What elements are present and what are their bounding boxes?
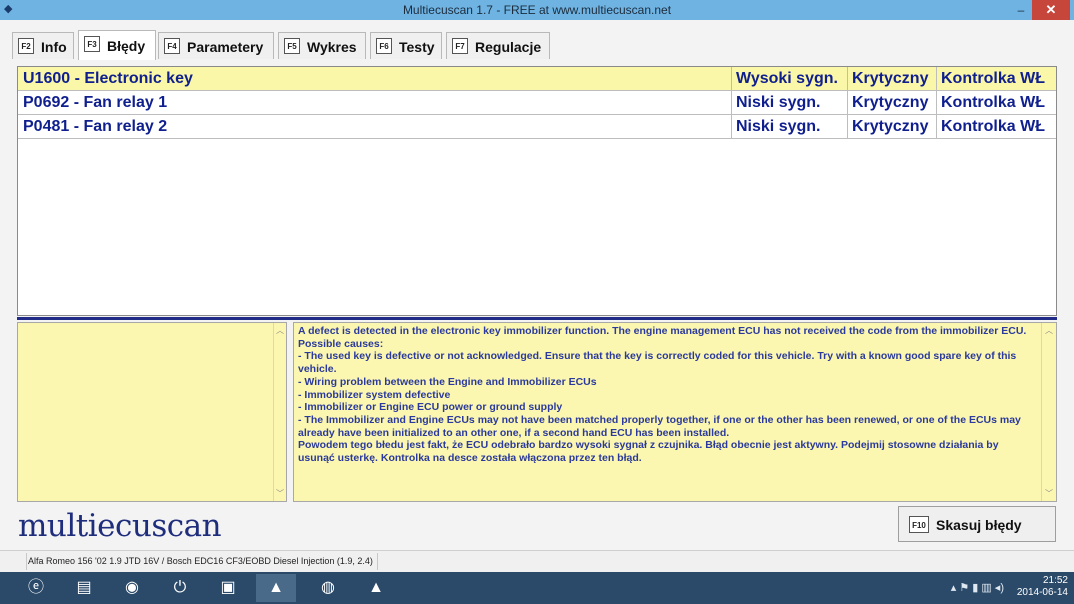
scroll-up-icon[interactable]: ︿ xyxy=(274,325,286,336)
left-panel-scrollbar[interactable]: ︿ ﹀ xyxy=(273,323,286,501)
error-lamp: Kontrolka WŁ xyxy=(936,67,1059,90)
close-button[interactable]: ✕ xyxy=(1032,0,1070,20)
help-app-icon[interactable]: ▲ xyxy=(356,574,396,602)
minimize-button[interactable]: – xyxy=(1010,0,1032,20)
tab-label: Parametery xyxy=(187,39,264,55)
f7-key-icon: F7 xyxy=(452,38,468,54)
error-description-panel: A defect is detected in the electronic k… xyxy=(293,322,1057,502)
title-bar: ◆ Multiecuscan 1.7 - FREE at www.multiec… xyxy=(0,0,1074,20)
clock-date: 2014-06-14 xyxy=(1016,587,1068,598)
firefox-icon[interactable]: ◉ xyxy=(112,574,152,602)
tab-errors[interactable]: F3 Błędy xyxy=(78,30,156,60)
error-severity: Krytyczny xyxy=(847,115,941,138)
tab-adjustments[interactable]: F7 Regulacje xyxy=(446,32,550,59)
tab-info[interactable]: F2 Info xyxy=(12,32,74,59)
power-icon[interactable]: ⏻ xyxy=(160,574,200,602)
tab-parameters[interactable]: F4 Parametery xyxy=(158,32,274,59)
clock-time: 21:52 xyxy=(1042,575,1068,586)
error-severity: Krytyczny xyxy=(847,67,941,90)
system-tray[interactable]: ▴ ⚑ ▮ ▥ ◂) xyxy=(951,581,1004,594)
tab-label: Info xyxy=(41,39,67,55)
error-lamp: Kontrolka WŁ xyxy=(936,91,1059,114)
error-list: U1600 - Electronic key Wysoki sygn. Kryt… xyxy=(17,66,1057,316)
description-line: - Immobilizer system defective xyxy=(298,388,451,401)
f2-key-icon: F2 xyxy=(18,38,34,54)
error-code: P0481 - Fan relay 2 xyxy=(23,118,168,135)
status-bar: Alfa Romeo 156 '02 1.9 JTD 16V / Bosch E… xyxy=(0,550,1074,573)
f6-key-icon: F6 xyxy=(376,38,392,54)
f10-key-icon: F10 xyxy=(909,516,929,533)
tab-label: Regulacje xyxy=(475,39,542,55)
clear-errors-button[interactable]: F10 Skasuj błędy xyxy=(898,506,1056,542)
description-line: Possible causes: xyxy=(298,337,384,350)
panel-divider xyxy=(17,317,1057,320)
f5-key-icon: F5 xyxy=(284,38,300,54)
app-window: F2 Info F3 Błędy F4 Parametery F5 Wykres… xyxy=(0,20,1074,550)
error-signal: Niski sygn. xyxy=(731,115,851,138)
network-app-icon[interactable]: ◍ xyxy=(308,574,348,602)
tab-label: Wykres xyxy=(307,39,357,55)
scroll-down-icon[interactable]: ﹀ xyxy=(274,488,286,499)
description-line: Powodem tego błedu jest fakt, że ECU ode… xyxy=(298,439,999,465)
error-code: P0692 - Fan relay 1 xyxy=(23,94,168,111)
error-row[interactable]: U1600 - Electronic key Wysoki sygn. Kryt… xyxy=(18,67,1056,91)
tab-label: Błędy xyxy=(107,38,146,54)
error-row[interactable]: P0692 - Fan relay 1 Niski sygn. Krytyczn… xyxy=(18,91,1056,115)
f4-key-icon: F4 xyxy=(164,38,180,54)
error-signal: Niski sygn. xyxy=(731,91,851,114)
app-window-icon[interactable]: ▣ xyxy=(208,574,248,602)
clear-errors-label: Skasuj błędy xyxy=(936,517,1022,533)
taskbar: ⓔ ▤ ◉ ⏻ ▣ ▲ ◍ ▲ ▴ ⚑ ▮ ▥ ◂) 21:52 2014-06… xyxy=(0,572,1074,604)
error-description: A defect is detected in the electronic k… xyxy=(298,325,1038,465)
file-explorer-icon[interactable]: ▤ xyxy=(64,574,104,602)
tab-chart[interactable]: F5 Wykres xyxy=(278,32,366,59)
error-severity: Krytyczny xyxy=(847,91,941,114)
scroll-up-icon[interactable]: ︿ xyxy=(1042,325,1056,336)
taskbar-clock[interactable]: 21:52 2014-06-14 xyxy=(1017,575,1068,599)
description-line: - Wiring problem between the Engine and … xyxy=(298,375,597,388)
freeze-frame-panel: ︿ ﹀ xyxy=(17,322,287,502)
tab-tests[interactable]: F6 Testy xyxy=(370,32,442,59)
description-line: A defect is detected in the electronic k… xyxy=(298,325,1027,337)
f3-key-icon: F3 xyxy=(84,36,100,52)
internet-explorer-icon[interactable]: ⓔ xyxy=(16,574,56,602)
vehicle-status: Alfa Romeo 156 '02 1.9 JTD 16V / Bosch E… xyxy=(28,553,378,570)
error-lamp: Kontrolka WŁ xyxy=(936,115,1059,138)
description-scrollbar[interactable]: ︿ ﹀ xyxy=(1041,323,1056,501)
error-row[interactable]: P0481 - Fan relay 2 Niski sygn. Krytyczn… xyxy=(18,115,1056,139)
status-segment-empty xyxy=(0,553,27,570)
description-line: - The Immobilizer and Engine ECUs may no… xyxy=(298,413,1021,439)
description-line: - Immobilizer or Engine ECU power or gro… xyxy=(298,401,563,414)
description-line: - The used key is defective or not ackno… xyxy=(298,350,1017,376)
scroll-down-icon[interactable]: ﹀ xyxy=(1042,488,1056,499)
multiecuscan-logo: multiecuscan xyxy=(18,508,222,544)
tab-label: Testy xyxy=(399,39,435,55)
error-code: U1600 - Electronic key xyxy=(23,70,193,87)
window-title: Multiecuscan 1.7 - FREE at www.multiecus… xyxy=(402,3,672,17)
error-signal: Wysoki sygn. xyxy=(731,67,851,90)
multiecuscan-taskbar-icon[interactable]: ▲ xyxy=(256,574,296,602)
